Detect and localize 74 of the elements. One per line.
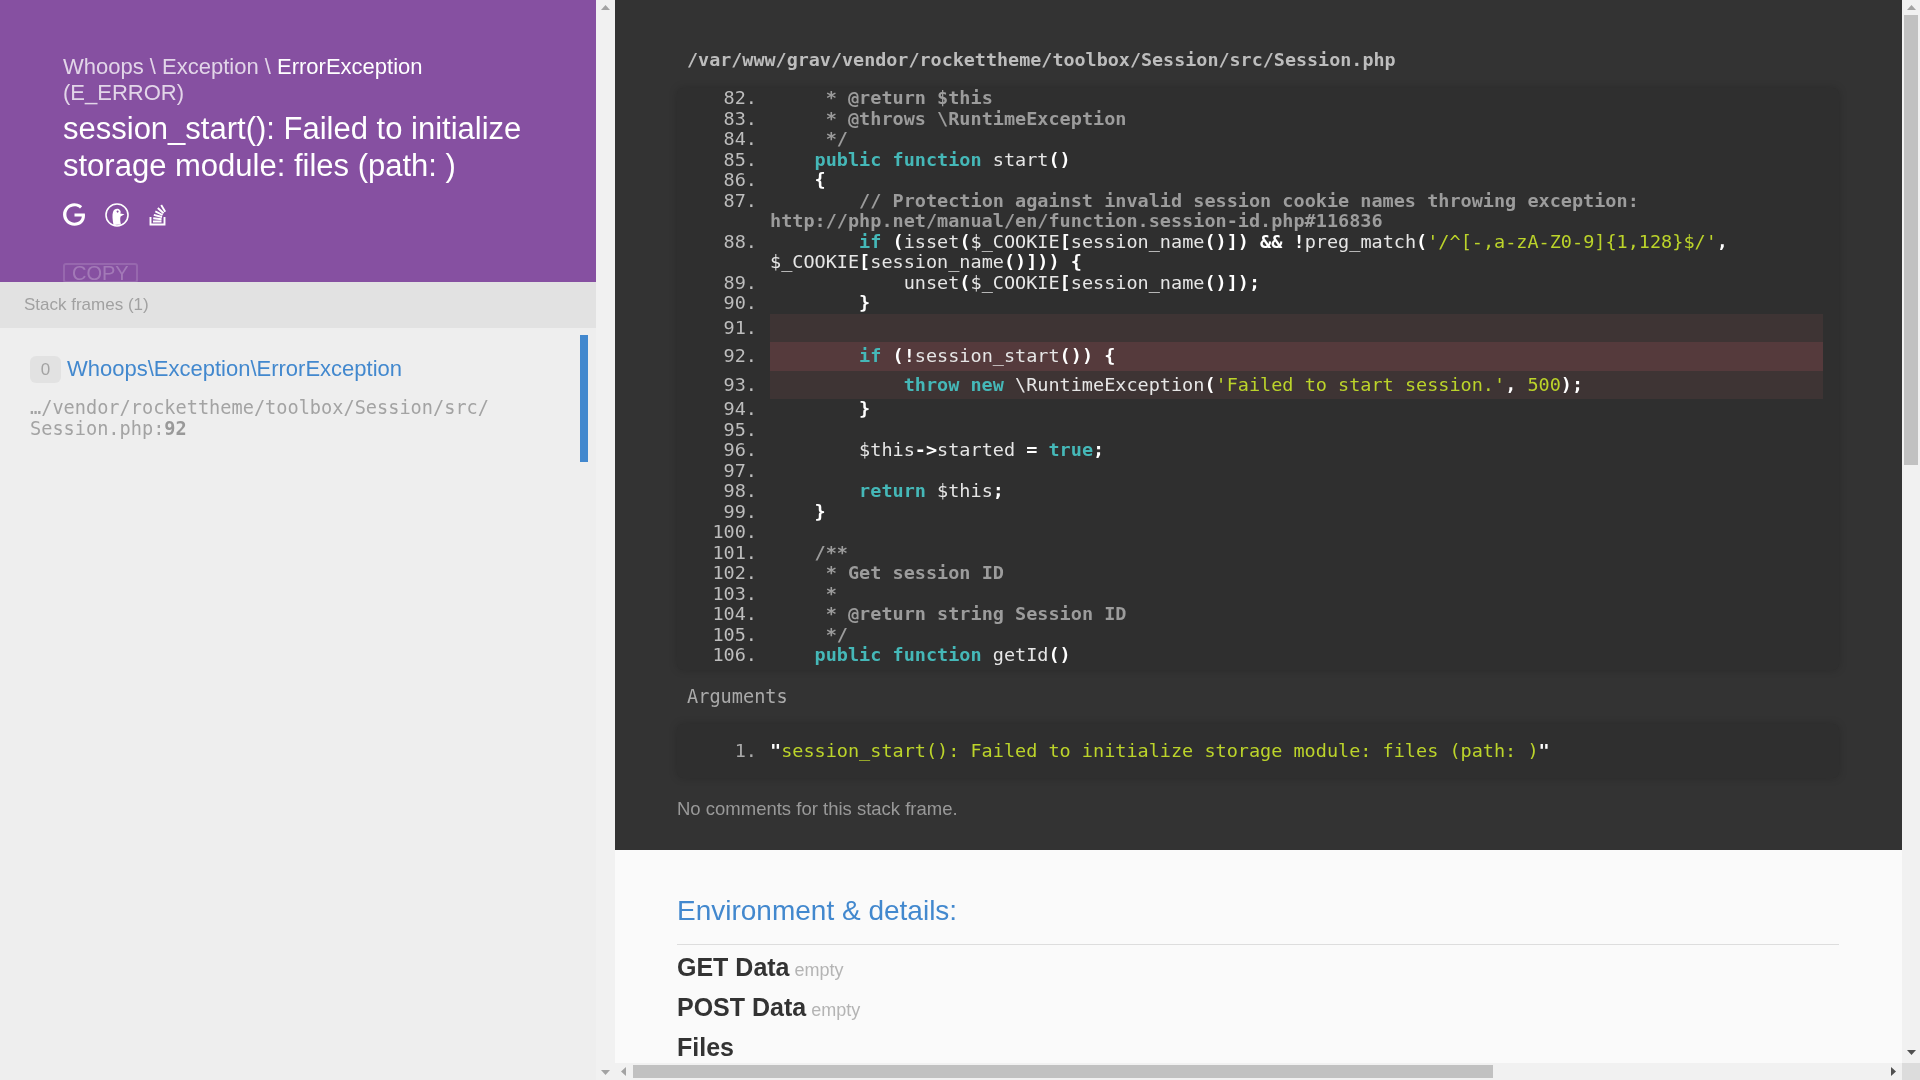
error-code: (E_ERROR) bbox=[63, 80, 185, 106]
line-number: 83. bbox=[722, 108, 757, 129]
empty-label: empty bbox=[811, 999, 861, 1020]
arrow-left-icon[interactable] bbox=[621, 1067, 626, 1076]
scrollbar-thumb[interactable] bbox=[633, 1065, 1493, 1078]
g-letter-icon[interactable] bbox=[63, 203, 85, 226]
line-number: 100. bbox=[711, 522, 757, 543]
frame-file: …/vendor/rockettheme/toolbox/Session/src/Session.php:92 bbox=[30, 398, 490, 439]
code-line: { bbox=[813, 170, 826, 191]
code-line: public function start() bbox=[813, 149, 1072, 170]
data-title: GET Data bbox=[677, 952, 790, 981]
line-number: 86. bbox=[722, 170, 757, 191]
line-number: 93. bbox=[722, 372, 757, 397]
argument-number: 1. bbox=[733, 739, 757, 762]
arrow-up-icon[interactable] bbox=[601, 5, 610, 10]
code-line: } bbox=[858, 399, 872, 420]
scrollbar-corner bbox=[1902, 1063, 1920, 1080]
code-line: */ bbox=[824, 624, 849, 645]
line-number: 96. bbox=[722, 440, 757, 461]
code-line: } bbox=[858, 293, 872, 314]
code-line: // Protection against invalid session cookie names throwing exception: http://php.net/manual/en/function.session-id.php#116836 bbox=[770, 190, 1640, 232]
arrow-up-icon[interactable] bbox=[1906, 5, 1916, 10]
line-number: 98. bbox=[722, 481, 757, 502]
data-title: Files bbox=[677, 1032, 734, 1061]
code-line: unset($_COOKIE[session_name()]); bbox=[903, 272, 1262, 293]
code-line: * @throws \RuntimeException bbox=[824, 108, 1128, 129]
code-line: * Get session ID bbox=[824, 563, 1005, 584]
error-message: session_start(): Failed to initialize storage module: files (path: ) bbox=[63, 111, 523, 184]
line-number: 88. bbox=[722, 231, 757, 254]
frames-title: Stack frames (1) bbox=[24, 295, 149, 314]
stack-frame[interactable]: 0 Whoops\Exception\ErrorException …/vendor/rockettheme/toolbox/Session/src/Session.php:92 bbox=[0, 335, 588, 462]
line-number: 99. bbox=[722, 501, 757, 522]
code-line: * bbox=[824, 583, 838, 604]
code-line: * @return string Session ID bbox=[824, 604, 1128, 625]
comments-note: No comments for this stack frame. bbox=[677, 797, 959, 820]
line-number: 91. bbox=[722, 315, 757, 340]
code-line: } bbox=[813, 501, 827, 522]
line-number: 87. bbox=[722, 190, 757, 213]
line-number: 102. bbox=[711, 563, 757, 584]
line-number: 95. bbox=[722, 419, 757, 440]
bird-icon[interactable] bbox=[105, 202, 129, 227]
arrow-down-icon[interactable] bbox=[1906, 1050, 1916, 1055]
code-line: /** bbox=[813, 542, 849, 563]
line-number: 85. bbox=[722, 149, 757, 170]
scrollbar-thumb[interactable] bbox=[1904, 15, 1918, 465]
exception-title: Whoops \ Exception \ ErrorException bbox=[63, 54, 424, 80]
line-number: 92. bbox=[722, 344, 757, 368]
arguments-label: Arguments bbox=[686, 685, 789, 708]
stack-icon[interactable] bbox=[149, 203, 167, 226]
line-number: 82. bbox=[722, 88, 757, 109]
line-number: 106. bbox=[711, 645, 757, 666]
line-number: 89. bbox=[722, 272, 757, 293]
code-line: if (isset($_COOKIE[session_name()]) && !preg_match('/^[-,a-zA-Z0-9]{1,128}$/', $_COOKIE[session_name()])) { bbox=[770, 231, 1729, 273]
file-path: /var/www/grav/vendor/rockettheme/toolbox/Session/src/Session.php bbox=[686, 49, 1397, 71]
line-number: 101. bbox=[711, 542, 757, 563]
line-number: 97. bbox=[722, 460, 757, 481]
code-line: public function getId() bbox=[813, 645, 1072, 666]
code-line: * @return $this bbox=[824, 88, 994, 109]
line-number: 104. bbox=[711, 604, 757, 625]
empty-label: empty bbox=[794, 959, 844, 980]
code-line: */ bbox=[824, 129, 849, 150]
frame-class: Whoops\Exception\ErrorException bbox=[67, 355, 403, 383]
argument-value: "session_start(): Failed to initialize storage module: files (path: )" bbox=[770, 739, 1551, 762]
code-line: return $this; bbox=[858, 481, 1005, 502]
line-number: 84. bbox=[722, 129, 757, 150]
line-number: 90. bbox=[722, 293, 757, 314]
line-number: 105. bbox=[711, 624, 757, 645]
line-number: 103. bbox=[711, 583, 757, 604]
line-number: 94. bbox=[722, 399, 757, 420]
frame-index: 0 bbox=[30, 355, 61, 383]
section-heading: Environment & details: bbox=[677, 893, 959, 928]
data-title: POST Data bbox=[677, 992, 807, 1021]
code-line: $this->started = true; bbox=[858, 440, 1106, 461]
arrow-right-icon[interactable] bbox=[1891, 1067, 1896, 1076]
